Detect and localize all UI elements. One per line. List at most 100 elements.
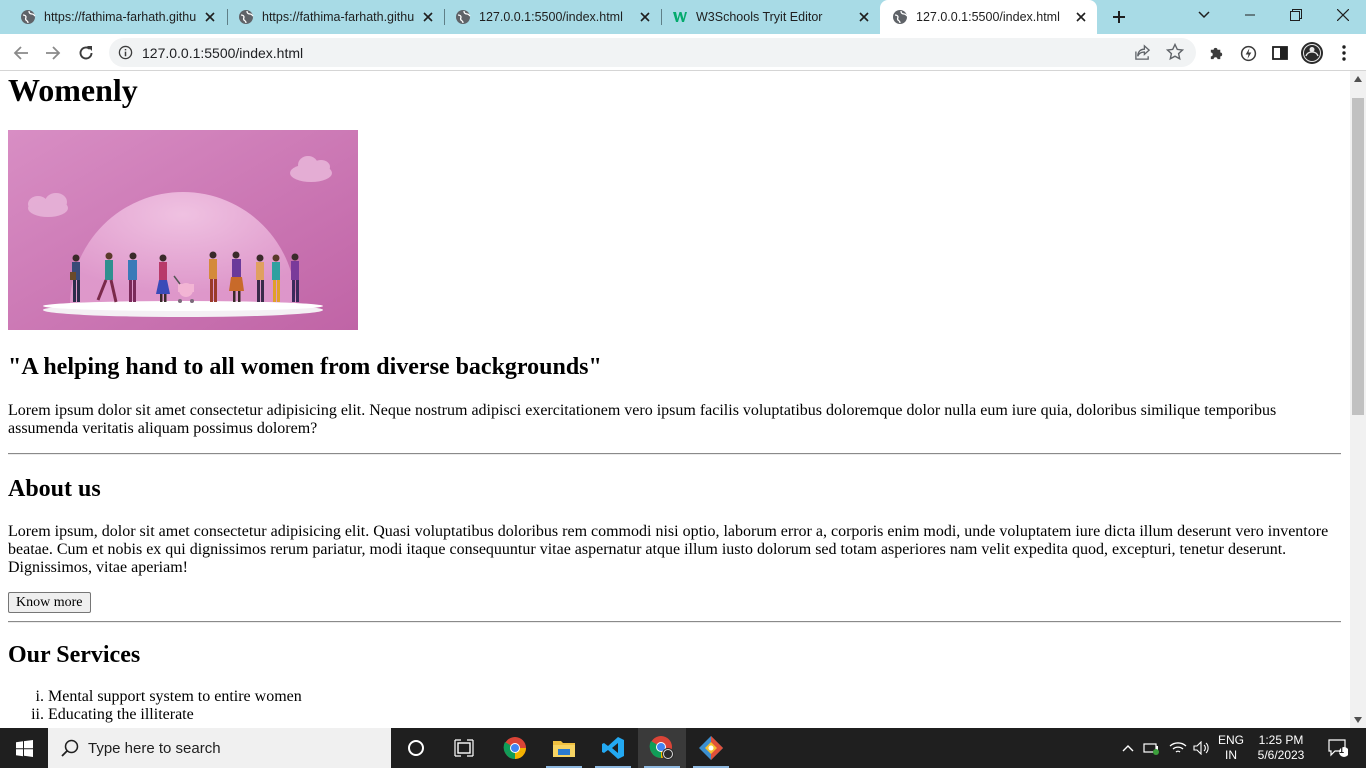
notification-icon: [1328, 739, 1348, 757]
tab-search-button[interactable]: [1181, 0, 1227, 30]
globe-icon: [238, 9, 254, 25]
know-more-button[interactable]: Know more: [8, 592, 91, 613]
side-panel-icon: [1272, 46, 1288, 60]
hero-image: [8, 130, 358, 330]
services-list: i. Mental support system to entire women …: [8, 688, 608, 724]
browser-tab[interactable]: https://fathima-farhath.githu: [218, 0, 444, 34]
tab-title: W3Schools Tryit Editor: [696, 10, 823, 24]
more-vert-icon: [1342, 45, 1346, 61]
restore-button[interactable]: [1273, 0, 1319, 30]
language-code: ENG: [1218, 733, 1245, 747]
menu-button[interactable]: [1331, 40, 1357, 66]
address-text[interactable]: 127.0.0.1:5500/index.html: [142, 45, 303, 61]
chevron-up-icon: [1122, 745, 1134, 752]
side-panel-button[interactable]: [1267, 40, 1293, 66]
vscode-taskbar-button[interactable]: [589, 728, 637, 768]
task-view-button[interactable]: [440, 728, 488, 768]
git-taskbar-button[interactable]: [687, 728, 735, 768]
chrome-icon: [503, 737, 526, 759]
browser-tab[interactable]: https://fathima-farhath.githu: [0, 0, 226, 34]
close-tab-icon[interactable]: [856, 9, 872, 25]
close-tab-icon[interactable]: [420, 9, 436, 25]
close-tab-icon[interactable]: [1073, 9, 1089, 25]
new-tab-button[interactable]: [1107, 5, 1131, 29]
puzzle-icon: [1210, 47, 1222, 59]
browser-tab[interactable]: W3Schools Tryit Editor: [652, 0, 880, 34]
about-paragraph: Lorem ipsum, dolor sit amet consectetur …: [8, 523, 1329, 576]
page-title: Womenly: [8, 72, 138, 108]
scroll-up-arrow-icon[interactable]: [1354, 76, 1362, 82]
close-window-button[interactable]: [1320, 0, 1366, 30]
info-icon[interactable]: [118, 45, 133, 60]
tab-title: https://fathima-farhath.githu: [44, 10, 196, 24]
profile-button[interactable]: [1299, 40, 1325, 66]
list-item-text: Mental support system to entire women: [48, 688, 302, 705]
search-icon: [61, 739, 79, 757]
globe-icon: [892, 9, 908, 25]
notifications-button[interactable]: 1: [1318, 728, 1358, 768]
globe-icon: [455, 9, 471, 25]
chrome-icon: [649, 736, 674, 760]
avatar: [1301, 42, 1323, 64]
taskbar-search[interactable]: Type here to search: [48, 728, 391, 768]
close-icon: [1337, 9, 1349, 21]
extensions-button[interactable]: [1203, 40, 1229, 66]
list-item-number: i.: [35, 688, 44, 705]
scroll-down-arrow-icon[interactable]: [1354, 717, 1362, 723]
search-placeholder: Type here to search: [88, 740, 221, 757]
clock[interactable]: 1:25 PM 5/6/2023: [1252, 733, 1310, 763]
battery-button[interactable]: [1140, 728, 1164, 768]
browser-tab[interactable]: 127.0.0.1:5500/index.html: [435, 0, 661, 34]
git-icon: [699, 736, 723, 760]
tab-title: 127.0.0.1:5500/index.html: [479, 10, 623, 24]
performance-button[interactable]: [1235, 40, 1261, 66]
bookmark-star-icon[interactable]: [1166, 43, 1184, 61]
reload-button[interactable]: [73, 40, 99, 66]
start-button[interactable]: [0, 728, 48, 768]
chevron-down-icon: [1198, 11, 1210, 19]
arrow-left-icon: [13, 46, 28, 60]
file-explorer-taskbar-button[interactable]: [540, 728, 588, 768]
list-item: ii. Educating the illiterate: [8, 706, 608, 724]
cortana-button[interactable]: [392, 728, 440, 768]
browser-tab-active[interactable]: 127.0.0.1:5500/index.html: [880, 0, 1097, 34]
chrome-profile-taskbar-button[interactable]: [638, 728, 686, 768]
notification-count: 1: [1339, 745, 1345, 755]
scrollbar-thumb[interactable]: [1352, 98, 1364, 415]
close-tab-icon[interactable]: [202, 9, 218, 25]
back-button[interactable]: [8, 40, 34, 66]
tab-title: https://fathima-farhath.githu: [262, 10, 414, 24]
windows-logo-icon: [15, 739, 33, 757]
list-item: i. Mental support system to entire women: [8, 688, 608, 706]
restore-icon: [1290, 9, 1302, 21]
share-icon[interactable]: [1134, 44, 1151, 61]
globe-icon: [20, 9, 36, 25]
battery-icon: [1143, 743, 1159, 755]
network-button[interactable]: [1166, 728, 1190, 768]
task-view-icon: [454, 739, 474, 757]
tab-title: 127.0.0.1:5500/index.html: [916, 10, 1060, 24]
divider: [8, 621, 1341, 623]
tab-strip: https://fathima-farhath.githu https://fa…: [0, 0, 1366, 34]
volume-button[interactable]: [1190, 728, 1214, 768]
show-hidden-icons-button[interactable]: [1118, 728, 1138, 768]
list-item-text: Educating the illiterate: [48, 706, 194, 723]
reload-icon: [79, 46, 93, 60]
language-indicator[interactable]: ENG IN: [1218, 733, 1244, 763]
forward-button[interactable]: [40, 40, 66, 66]
clock-date: 5/6/2023: [1257, 748, 1305, 762]
clock-time: 1:25 PM: [1258, 733, 1304, 747]
vertical-scrollbar[interactable]: [1350, 71, 1366, 728]
w3schools-icon: [672, 9, 688, 25]
windows-taskbar: Type here to search ENG IN 1:25 PM 5/6/2…: [0, 728, 1366, 768]
list-item-number: ii.: [31, 706, 44, 723]
minimize-button[interactable]: [1227, 0, 1273, 30]
about-heading: About us: [8, 476, 101, 502]
address-bar[interactable]: 127.0.0.1:5500/index.html: [109, 38, 1196, 67]
chrome-taskbar-button[interactable]: [491, 728, 539, 768]
wifi-icon: [1169, 742, 1187, 753]
close-tab-icon[interactable]: [637, 9, 653, 25]
minimize-icon: [1245, 14, 1255, 16]
cortana-icon: [408, 740, 424, 756]
services-heading: Our Services: [8, 642, 141, 668]
